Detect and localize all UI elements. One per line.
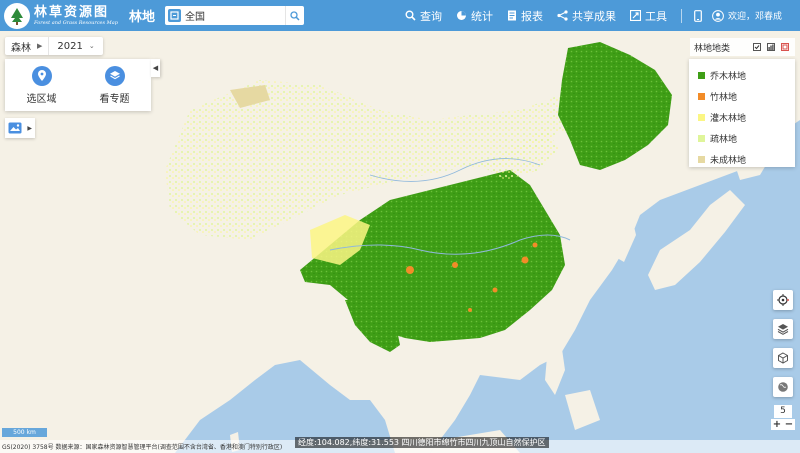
category-value: 森林 xyxy=(11,42,31,54)
tools-icon xyxy=(629,10,641,21)
logo-subtitle: Forest and Grass Resources Map xyxy=(34,19,118,26)
share-icon xyxy=(557,10,568,21)
legend-item[interactable]: 未成林地 xyxy=(698,149,795,170)
search-icon xyxy=(405,10,416,21)
locate-button[interactable] xyxy=(773,290,793,310)
legend-swatch xyxy=(698,93,705,100)
nav-report-label: 报表 xyxy=(520,9,543,23)
user-greeting: 欢迎，邓春成 xyxy=(727,12,782,22)
category-selector[interactable]: 森林 ▶ xyxy=(5,37,48,55)
legend-panel-icon[interactable] xyxy=(781,43,789,51)
nav-share[interactable]: 共享成果 xyxy=(557,8,616,24)
region-search xyxy=(165,6,304,25)
legend-header: 林地地类 xyxy=(690,38,795,56)
nav-query-label: 查询 xyxy=(419,9,442,23)
tree-logo-icon xyxy=(4,2,30,29)
logo-title: 林草资源图 xyxy=(34,4,110,20)
caret-right-icon: ▶ xyxy=(37,42,43,50)
legend-item[interactable]: 疏林地 xyxy=(698,128,795,149)
mobile-icon[interactable] xyxy=(694,9,702,22)
legend-panel: 乔木林地 竹林地 灌木林地 疏林地 未成林地 xyxy=(689,59,795,167)
nav-share-label: 共享成果 xyxy=(571,9,616,23)
checkbox-icon[interactable] xyxy=(753,43,761,51)
cursor-coordinates: 经度:104.082,纬度:31.553 四川德阳市绵竹市四川九顶山自然保护区 xyxy=(295,437,549,448)
nav-statistics[interactable]: 统计 xyxy=(456,8,493,24)
cube-icon xyxy=(778,352,788,364)
caret-left-icon: ◀ xyxy=(152,64,159,72)
locate-icon xyxy=(777,294,789,306)
report-icon xyxy=(507,10,516,21)
legend-item[interactable]: 灌木林地 xyxy=(698,107,795,128)
main-nav: 查询 统计 报表 共享成果 工具 欢迎，邓春成 xyxy=(405,0,800,31)
view-theme-label: 看专题 xyxy=(99,93,130,105)
top-bar: 林草资源图 Forest and Grass Resources Map 林地 … xyxy=(0,0,800,31)
scale-bar: 500 km xyxy=(2,428,47,437)
legend-label: 未成林地 xyxy=(710,156,747,166)
region-search-input[interactable] xyxy=(185,10,281,21)
legend-label: 疏林地 xyxy=(710,135,738,145)
legend-label: 灌木林地 xyxy=(710,114,747,124)
zoom-control: + − xyxy=(771,419,795,430)
data-source: GS(2020) 3758号 数据来源：国家森林资源智慧管理平台(调查范围不含台… xyxy=(2,444,283,451)
chevron-down-icon: ⌄ xyxy=(88,42,95,50)
nav-divider xyxy=(680,8,682,23)
zoom-level: 5 xyxy=(774,405,792,418)
basemap-toggle-button[interactable]: ▶ xyxy=(5,118,35,138)
year-selector[interactable]: 2021 ⌄ xyxy=(48,37,102,55)
app-logo[interactable]: 林草资源图 Forest and Grass Resources Map xyxy=(4,2,118,29)
nav-statistics-label: 统计 xyxy=(470,9,493,23)
user-menu[interactable]: 欢迎，邓春成 xyxy=(712,9,782,22)
layers-icon xyxy=(104,65,125,86)
zoom-in-button[interactable]: + xyxy=(773,419,781,430)
nav-tools-label: 工具 xyxy=(644,9,667,23)
legend-label: 竹林地 xyxy=(710,93,738,103)
filter-bar: 森林 ▶ 2021 ⌄ xyxy=(5,37,103,55)
picture-icon xyxy=(8,122,22,134)
page-title: 林地 xyxy=(128,10,155,25)
legend-label: 乔木林地 xyxy=(710,72,747,82)
collapse-panel-button[interactable]: ◀ xyxy=(151,59,160,77)
legend-item[interactable]: 竹林地 xyxy=(698,86,795,107)
region-icon xyxy=(168,9,181,22)
nav-tools[interactable]: 工具 xyxy=(629,8,667,24)
year-value: 2021 xyxy=(57,40,83,52)
3d-view-button[interactable] xyxy=(773,348,793,368)
legend-swatch xyxy=(698,114,705,121)
nav-report[interactable]: 报表 xyxy=(507,8,543,24)
layers-icon xyxy=(777,324,789,335)
tools-panel: 选区域 看专题 xyxy=(5,59,151,111)
legend-swatch xyxy=(698,156,705,163)
legend-item[interactable]: 乔木林地 xyxy=(698,65,795,86)
bar-chart-icon[interactable] xyxy=(767,43,775,51)
layer-switch-button[interactable] xyxy=(773,319,793,339)
pie-chart-icon xyxy=(456,11,466,20)
nav-query[interactable]: 查询 xyxy=(405,8,442,24)
select-region-tool[interactable]: 选区域 xyxy=(26,65,57,105)
zoom-out-button[interactable]: − xyxy=(785,419,793,430)
select-region-label: 选区域 xyxy=(26,93,57,105)
legend-swatch xyxy=(698,72,705,79)
globe-button[interactable] xyxy=(773,377,793,397)
user-avatar-icon xyxy=(712,9,724,22)
view-theme-tool[interactable]: 看专题 xyxy=(99,65,130,105)
caret-right-icon: ▶ xyxy=(27,124,32,132)
globe-icon xyxy=(778,382,788,392)
legend-swatch xyxy=(698,135,705,142)
legend-title: 林地地类 xyxy=(694,43,731,54)
location-pin-icon xyxy=(31,65,52,86)
search-button[interactable] xyxy=(285,6,304,25)
